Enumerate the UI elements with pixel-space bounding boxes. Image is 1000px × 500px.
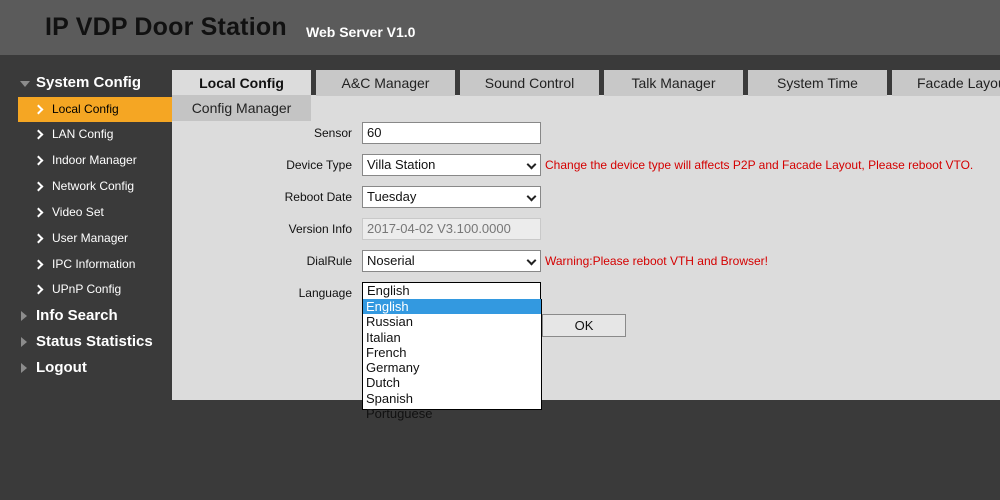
sidebar-group-status-statistics[interactable]: Status Statistics (18, 330, 172, 354)
language-option-french[interactable]: French (363, 345, 541, 360)
app-subtitle: Web Server V1.0 (306, 24, 416, 40)
sidebar-item-local-config[interactable]: Local Config (18, 97, 172, 122)
language-option-portuguese[interactable]: Portuguese (363, 406, 541, 421)
collapsed-triangle-icon (21, 363, 27, 373)
chevron-down-icon (526, 255, 537, 266)
chevron-right-icon (34, 200, 46, 225)
language-label: Language (298, 286, 352, 300)
collapsed-triangle-icon (21, 337, 27, 347)
sidebar-item-label: UPnP Config (52, 282, 122, 296)
tab-local-config[interactable]: Local Config (172, 70, 311, 96)
sidebar-group-label: System Config (36, 74, 142, 91)
language-value: English (367, 283, 410, 298)
device-type-label: Device Type (286, 158, 352, 172)
sidebar: System Config Local Config LAN Config In… (0, 55, 172, 500)
language-option-russian[interactable]: Russian (363, 314, 541, 329)
reboot-date-value: Tuesday (367, 189, 417, 204)
collapsed-triangle-icon (21, 311, 27, 321)
language-dropdown-list: English Russian Italian French Germany D… (362, 299, 542, 421)
sidebar-item-label: IPC Information (52, 257, 136, 271)
sidebar-group-label: Logout (36, 359, 87, 376)
sidebar-group-label: Info Search (36, 307, 118, 324)
chevron-right-icon (34, 252, 46, 277)
language-option-italian[interactable]: Italian (363, 330, 541, 345)
sensor-label: Sensor (313, 126, 352, 140)
sidebar-item-upnp-config[interactable]: UPnP Config (18, 277, 172, 302)
sidebar-item-label: Indoor Manager (52, 153, 137, 167)
reboot-date-label: Reboot Date (284, 190, 352, 204)
tab-system-time[interactable]: System Time (748, 70, 887, 96)
sensor-input[interactable]: 60 (362, 122, 541, 144)
ok-button[interactable]: OK (542, 314, 626, 337)
expanded-triangle-icon (20, 81, 30, 87)
sidebar-item-label: LAN Config (52, 127, 114, 141)
content-panel (172, 95, 1000, 400)
sidebar-group-logout[interactable]: Logout (18, 356, 172, 380)
app-header: IP VDP Door Station Web Server V1.0 (0, 0, 1000, 55)
chevron-right-icon (34, 277, 46, 302)
sidebar-item-user-manager[interactable]: User Manager (18, 226, 172, 251)
tab-ac-manager[interactable]: A&C Manager (316, 70, 455, 96)
chevron-right-icon (34, 148, 46, 173)
reboot-date-select[interactable]: Tuesday (362, 186, 541, 208)
language-option-spanish[interactable]: Spanish (363, 391, 541, 406)
tab-bar: Local Config A&C Manager Sound Control T… (172, 70, 1000, 96)
sidebar-group-info-search[interactable]: Info Search (18, 304, 172, 328)
sidebar-item-indoor-manager[interactable]: Indoor Manager (18, 148, 172, 173)
version-info-field: 2017-04-02 V3.100.0000 (362, 218, 541, 240)
tab-config-manager[interactable]: Config Manager (172, 95, 311, 121)
dialrule-value: Noserial (367, 253, 415, 268)
language-select[interactable]: English (362, 282, 541, 299)
dialrule-select[interactable]: Noserial (362, 250, 541, 272)
chevron-right-icon (34, 97, 46, 122)
device-type-value: Villa Station (367, 157, 436, 172)
sidebar-item-video-set[interactable]: Video Set (18, 200, 172, 225)
chevron-down-icon (526, 159, 537, 170)
language-option-dutch[interactable]: Dutch (363, 375, 541, 390)
sidebar-group-label: Status Statistics (36, 333, 153, 350)
tab-talk-manager[interactable]: Talk Manager (604, 70, 743, 96)
app-title: IP VDP Door Station (45, 13, 287, 41)
device-type-warning: Change the device type will affects P2P … (545, 158, 974, 172)
language-option-germany[interactable]: Germany (363, 360, 541, 375)
version-info-label: Version Info (288, 222, 352, 236)
sidebar-item-label: User Manager (52, 231, 129, 245)
dialrule-warning: Warning:Please reboot VTH and Browser! (545, 254, 768, 268)
chevron-down-icon (526, 191, 537, 202)
sidebar-item-network-config[interactable]: Network Config (18, 174, 172, 199)
sidebar-item-ipc-information[interactable]: IPC Information (18, 252, 172, 277)
sidebar-item-label: Network Config (52, 179, 135, 193)
tab-facade-layout[interactable]: Facade Layout (892, 70, 1000, 96)
chevron-right-icon (34, 226, 46, 251)
device-type-select[interactable]: Villa Station (362, 154, 541, 176)
chevron-right-icon (34, 122, 46, 147)
sidebar-item-lan-config[interactable]: LAN Config (18, 122, 172, 147)
sidebar-item-label: Video Set (52, 205, 104, 219)
sidebar-group-system-config[interactable]: System Config (18, 71, 172, 95)
tab-sound-control[interactable]: Sound Control (460, 70, 599, 96)
chevron-right-icon (34, 174, 46, 199)
language-option-english[interactable]: English (363, 299, 541, 315)
dialrule-label: DialRule (306, 254, 352, 268)
sidebar-item-label: Local Config (52, 102, 119, 116)
